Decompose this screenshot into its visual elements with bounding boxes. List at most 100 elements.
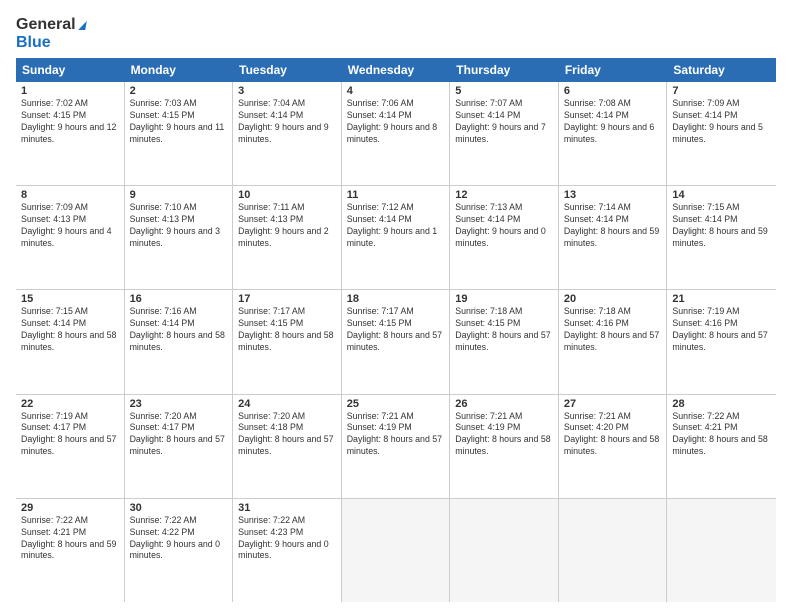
calendar-day-cell: 25 Sunrise: 7:21 AM Sunset: 4:19 PM Dayl… (342, 395, 451, 498)
sunset-text: Sunset: 4:16 PM (564, 318, 629, 328)
daylight-text: Daylight: 8 hours and 57 minutes. (672, 330, 767, 352)
day-number: 24 (238, 398, 336, 410)
sunset-text: Sunset: 4:13 PM (21, 214, 86, 224)
calendar-day-cell: 13 Sunrise: 7:14 AM Sunset: 4:14 PM Dayl… (559, 186, 668, 289)
day-number: 10 (238, 189, 336, 201)
daylight-text: Daylight: 8 hours and 57 minutes. (21, 434, 116, 456)
weekday-header: Monday (125, 58, 234, 82)
sunset-text: Sunset: 4:17 PM (21, 422, 86, 432)
calendar-day-cell: 27 Sunrise: 7:21 AM Sunset: 4:20 PM Dayl… (559, 395, 668, 498)
calendar-day-cell: 2 Sunrise: 7:03 AM Sunset: 4:15 PM Dayli… (125, 82, 234, 185)
daylight-text: Daylight: 9 hours and 6 minutes. (564, 122, 654, 144)
day-number: 14 (672, 189, 771, 201)
sunset-text: Sunset: 4:14 PM (347, 214, 412, 224)
sunrise-text: Sunrise: 7:22 AM (672, 411, 739, 421)
day-number: 27 (564, 398, 662, 410)
sunrise-text: Sunrise: 7:09 AM (21, 202, 88, 212)
day-number: 22 (21, 398, 119, 410)
day-number: 11 (347, 189, 445, 201)
day-number: 30 (130, 502, 228, 514)
sunrise-text: Sunrise: 7:11 AM (238, 202, 304, 212)
calendar-day-cell: 16 Sunrise: 7:16 AM Sunset: 4:14 PM Dayl… (125, 290, 234, 393)
sunset-text: Sunset: 4:14 PM (455, 110, 520, 120)
sunset-text: Sunset: 4:20 PM (564, 422, 629, 432)
calendar-day-cell: 17 Sunrise: 7:17 AM Sunset: 4:15 PM Dayl… (233, 290, 342, 393)
calendar-day-cell: 30 Sunrise: 7:22 AM Sunset: 4:22 PM Dayl… (125, 499, 234, 602)
sunrise-text: Sunrise: 7:17 AM (347, 306, 414, 316)
weekday-header: Friday (559, 58, 668, 82)
sunset-text: Sunset: 4:15 PM (130, 110, 195, 120)
calendar-day-cell: 3 Sunrise: 7:04 AM Sunset: 4:14 PM Dayli… (233, 82, 342, 185)
page: General Blue SundayMondayTuesdayWednesda… (0, 0, 792, 612)
calendar-day-cell: 20 Sunrise: 7:18 AM Sunset: 4:16 PM Dayl… (559, 290, 668, 393)
weekday-header: Saturday (667, 58, 776, 82)
daylight-text: Daylight: 9 hours and 4 minutes. (21, 226, 111, 248)
day-number: 29 (21, 502, 119, 514)
sunset-text: Sunset: 4:14 PM (455, 214, 520, 224)
daylight-text: Daylight: 8 hours and 57 minutes. (455, 330, 550, 352)
daylight-text: Daylight: 9 hours and 11 minutes. (130, 122, 225, 144)
sunset-text: Sunset: 4:21 PM (21, 527, 86, 537)
day-number: 25 (347, 398, 445, 410)
daylight-text: Daylight: 8 hours and 58 minutes. (564, 434, 659, 456)
daylight-text: Daylight: 9 hours and 9 minutes. (238, 122, 328, 144)
sunrise-text: Sunrise: 7:02 AM (21, 98, 88, 108)
day-number: 21 (672, 293, 771, 305)
calendar-day-cell: 12 Sunrise: 7:13 AM Sunset: 4:14 PM Dayl… (450, 186, 559, 289)
sunset-text: Sunset: 4:14 PM (564, 214, 629, 224)
sunset-text: Sunset: 4:15 PM (347, 318, 412, 328)
daylight-text: Daylight: 8 hours and 59 minutes. (21, 539, 116, 561)
sunset-text: Sunset: 4:16 PM (672, 318, 737, 328)
day-number: 18 (347, 293, 445, 305)
calendar-empty-cell (559, 499, 668, 602)
daylight-text: Daylight: 9 hours and 8 minutes. (347, 122, 437, 144)
daylight-text: Daylight: 8 hours and 58 minutes. (238, 330, 333, 352)
day-number: 20 (564, 293, 662, 305)
day-number: 13 (564, 189, 662, 201)
day-number: 26 (455, 398, 553, 410)
calendar-day-cell: 29 Sunrise: 7:22 AM Sunset: 4:21 PM Dayl… (16, 499, 125, 602)
daylight-text: Daylight: 8 hours and 57 minutes. (130, 434, 225, 456)
sunset-text: Sunset: 4:19 PM (347, 422, 412, 432)
sunset-text: Sunset: 4:15 PM (238, 318, 303, 328)
sunrise-text: Sunrise: 7:14 AM (564, 202, 631, 212)
calendar-week-row: 22 Sunrise: 7:19 AM Sunset: 4:17 PM Dayl… (16, 395, 776, 499)
sunrise-text: Sunrise: 7:12 AM (347, 202, 414, 212)
calendar-day-cell: 7 Sunrise: 7:09 AM Sunset: 4:14 PM Dayli… (667, 82, 776, 185)
sunset-text: Sunset: 4:13 PM (130, 214, 195, 224)
day-number: 6 (564, 85, 662, 97)
sunrise-text: Sunrise: 7:15 AM (21, 306, 88, 316)
sunrise-text: Sunrise: 7:19 AM (21, 411, 88, 421)
daylight-text: Daylight: 9 hours and 12 minutes. (21, 122, 116, 144)
weekday-header: Sunday (16, 58, 125, 82)
sunrise-text: Sunrise: 7:19 AM (672, 306, 739, 316)
calendar-day-cell: 26 Sunrise: 7:21 AM Sunset: 4:19 PM Dayl… (450, 395, 559, 498)
calendar-day-cell: 4 Sunrise: 7:06 AM Sunset: 4:14 PM Dayli… (342, 82, 451, 185)
sunrise-text: Sunrise: 7:21 AM (564, 411, 631, 421)
daylight-text: Daylight: 9 hours and 7 minutes. (455, 122, 545, 144)
day-number: 8 (21, 189, 119, 201)
sunrise-text: Sunrise: 7:13 AM (455, 202, 522, 212)
sunrise-text: Sunrise: 7:03 AM (130, 98, 197, 108)
day-number: 3 (238, 85, 336, 97)
day-number: 4 (347, 85, 445, 97)
sunset-text: Sunset: 4:14 PM (347, 110, 412, 120)
calendar-week-row: 8 Sunrise: 7:09 AM Sunset: 4:13 PM Dayli… (16, 186, 776, 290)
daylight-text: Daylight: 9 hours and 0 minutes. (238, 539, 328, 561)
sunset-text: Sunset: 4:14 PM (564, 110, 629, 120)
sunrise-text: Sunrise: 7:07 AM (455, 98, 522, 108)
weekday-header: Tuesday (233, 58, 342, 82)
sunrise-text: Sunrise: 7:04 AM (238, 98, 305, 108)
day-number: 12 (455, 189, 553, 201)
calendar: SundayMondayTuesdayWednesdayThursdayFrid… (16, 58, 776, 602)
calendar-day-cell: 10 Sunrise: 7:11 AM Sunset: 4:13 PM Dayl… (233, 186, 342, 289)
calendar-day-cell: 22 Sunrise: 7:19 AM Sunset: 4:17 PM Dayl… (16, 395, 125, 498)
calendar-day-cell: 14 Sunrise: 7:15 AM Sunset: 4:14 PM Dayl… (667, 186, 776, 289)
daylight-text: Daylight: 8 hours and 58 minutes. (21, 330, 116, 352)
sunrise-text: Sunrise: 7:22 AM (130, 515, 197, 525)
sunset-text: Sunset: 4:19 PM (455, 422, 520, 432)
calendar-week-row: 1 Sunrise: 7:02 AM Sunset: 4:15 PM Dayli… (16, 82, 776, 186)
daylight-text: Daylight: 8 hours and 59 minutes. (564, 226, 659, 248)
daylight-text: Daylight: 8 hours and 58 minutes. (455, 434, 550, 456)
daylight-text: Daylight: 9 hours and 2 minutes. (238, 226, 328, 248)
